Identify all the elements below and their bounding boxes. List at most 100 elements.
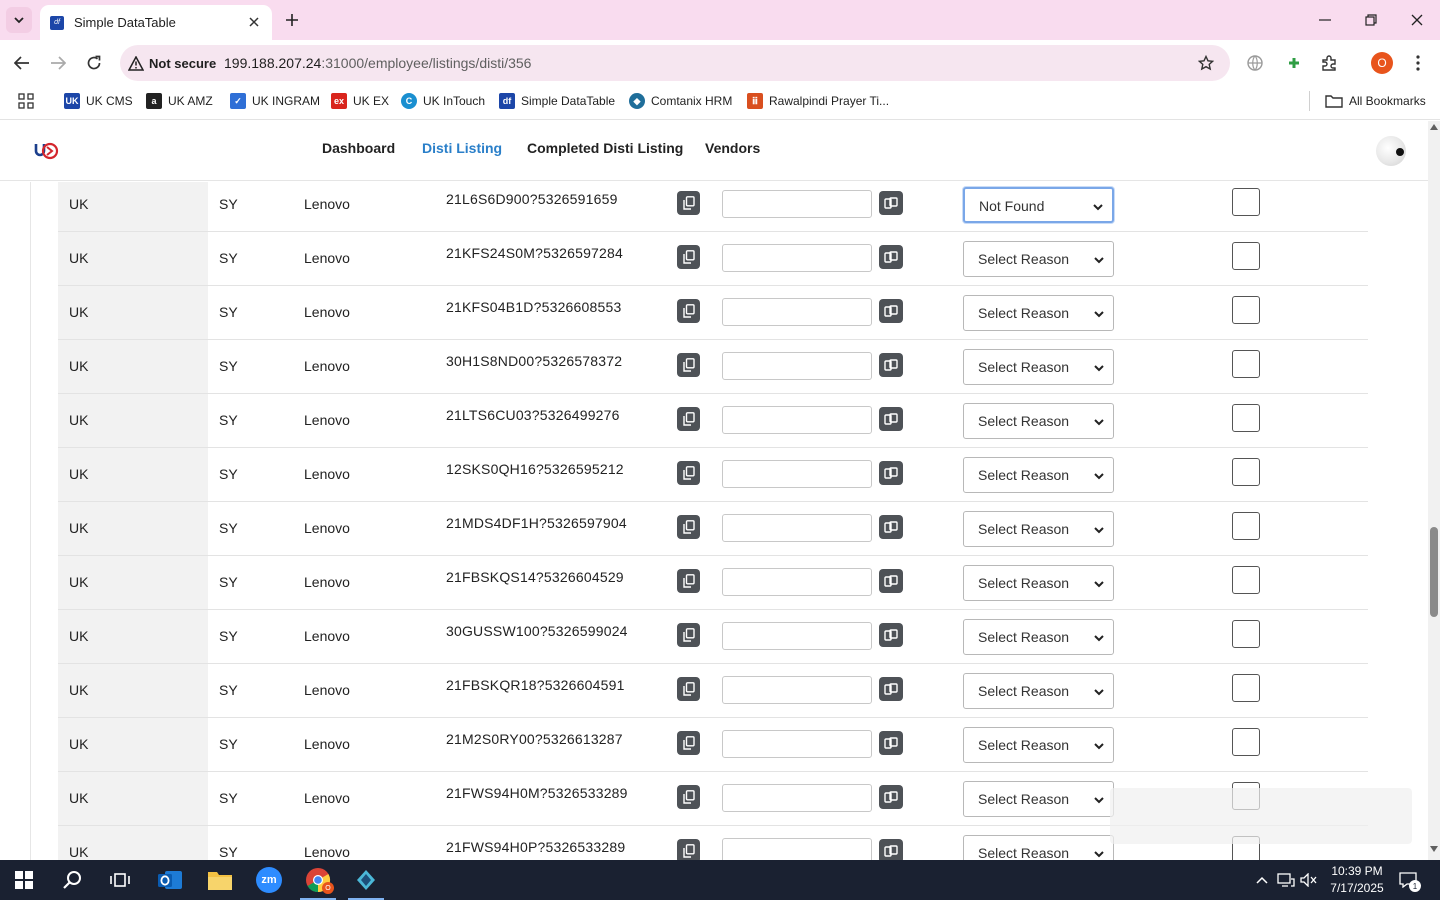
paste-button[interactable] [879, 731, 903, 755]
paste-button[interactable] [879, 623, 903, 647]
row-checkbox[interactable] [1232, 350, 1260, 378]
copy-button[interactable] [677, 731, 700, 755]
copy-button[interactable] [677, 623, 700, 647]
taskbar-search-button[interactable] [48, 860, 96, 900]
value-input[interactable] [722, 676, 872, 704]
reason-select[interactable]: Select Reason [963, 403, 1114, 439]
reason-select[interactable]: Select Reason [963, 241, 1114, 277]
reason-select[interactable]: Not Found [963, 187, 1114, 223]
copy-button[interactable] [677, 299, 700, 323]
nav-vendors[interactable]: Vendors [705, 140, 760, 156]
window-close-button[interactable] [1406, 10, 1428, 30]
paste-button[interactable] [879, 353, 903, 377]
bookmark-uk-amz[interactable]: a UK AMZ [146, 92, 213, 110]
taskbar-outlook[interactable] [146, 860, 194, 900]
row-checkbox[interactable] [1232, 566, 1260, 594]
bookmark-uk-cms[interactable]: UK UK CMS [64, 92, 133, 110]
start-button[interactable] [0, 860, 48, 900]
browser-menu-button[interactable] [1406, 51, 1430, 75]
tab-search-button[interactable] [6, 7, 32, 33]
notification-center-button[interactable]: 1 [1398, 870, 1421, 892]
scroll-up-arrow-icon[interactable] [1430, 124, 1438, 130]
extension-puzzle-green-button[interactable] [1282, 51, 1306, 75]
value-input[interactable] [722, 190, 872, 218]
paste-button[interactable] [879, 299, 903, 323]
value-input[interactable] [722, 784, 872, 812]
new-tab-button[interactable] [282, 10, 302, 30]
site-security-indicator[interactable]: Not secure [128, 53, 216, 73]
bookmark-star-button[interactable] [1194, 51, 1218, 75]
paste-button[interactable] [879, 515, 903, 539]
task-view-button[interactable] [96, 860, 144, 900]
value-input[interactable] [722, 568, 872, 596]
tab-close-button[interactable] [246, 14, 262, 30]
value-input[interactable] [722, 730, 872, 758]
tray-overflow-button[interactable] [1253, 872, 1271, 888]
scroll-down-arrow-icon[interactable] [1430, 846, 1438, 852]
bookmark-rawalpindi-prayer[interactable]: ⅲ Rawalpindi Prayer Ti... [747, 92, 889, 110]
nav-disti-listing[interactable]: Disti Listing [422, 140, 502, 156]
copy-button[interactable] [677, 407, 700, 431]
paste-button[interactable] [879, 569, 903, 593]
copy-button[interactable] [677, 569, 700, 593]
value-input[interactable] [722, 352, 872, 380]
minimize-button[interactable] [1314, 10, 1336, 30]
copy-button[interactable] [677, 191, 700, 215]
row-checkbox[interactable] [1232, 728, 1260, 756]
copy-button[interactable] [677, 677, 700, 701]
reason-select[interactable]: Select Reason [963, 835, 1114, 860]
browser-tab-active[interactable]: df Simple DataTable [40, 5, 272, 40]
restore-button[interactable] [1360, 10, 1382, 30]
row-checkbox[interactable] [1232, 674, 1260, 702]
copy-button[interactable] [677, 353, 700, 377]
bookmark-uk-ingram[interactable]: ✓ UK INGRAM [230, 92, 320, 110]
value-input[interactable] [722, 298, 872, 326]
nav-completed-disti-listing[interactable]: Completed Disti Listing [527, 140, 683, 156]
value-input[interactable] [722, 244, 872, 272]
nav-dashboard[interactable]: Dashboard [322, 140, 395, 156]
taskbar-clock[interactable]: 10:39 PM 7/17/2025 [1325, 863, 1389, 897]
paste-button[interactable] [879, 839, 903, 860]
paste-button[interactable] [879, 245, 903, 269]
copy-button[interactable] [677, 839, 700, 860]
value-input[interactable] [722, 460, 872, 488]
reason-select[interactable]: Select Reason [963, 511, 1114, 547]
row-checkbox[interactable] [1232, 512, 1260, 540]
reason-select[interactable]: Select Reason [963, 781, 1114, 817]
uk-logo-icon[interactable] [33, 139, 59, 163]
row-checkbox[interactable] [1232, 296, 1260, 324]
bookmark-uk-intouch[interactable]: C UK InTouch [401, 92, 485, 110]
row-checkbox[interactable] [1232, 458, 1260, 486]
reason-select[interactable]: Select Reason [963, 349, 1114, 385]
value-input[interactable] [722, 622, 872, 650]
bookmark-uk-ex[interactable]: ex UK EX [331, 92, 389, 110]
reason-select[interactable]: Select Reason [963, 295, 1114, 331]
copy-button[interactable] [677, 461, 700, 485]
value-input[interactable] [722, 838, 872, 860]
bookmark-simple-datatable[interactable]: df Simple DataTable [499, 92, 615, 110]
reason-select[interactable]: Select Reason [963, 565, 1114, 601]
url-text[interactable]: 199.188.207.24:31000/employee/listings/d… [224, 55, 531, 71]
page-scrollbar[interactable] [1428, 121, 1440, 860]
taskbar-app-diamond[interactable] [342, 860, 390, 900]
network-button[interactable] [1277, 872, 1295, 888]
paste-button[interactable] [879, 407, 903, 431]
translate-button[interactable] [1243, 51, 1267, 75]
reason-select[interactable]: Select Reason [963, 673, 1114, 709]
all-bookmarks-button[interactable]: All Bookmarks [1325, 92, 1426, 110]
value-input[interactable] [722, 514, 872, 542]
copy-button[interactable] [677, 245, 700, 269]
back-button[interactable] [11, 52, 33, 74]
reason-select[interactable]: Select Reason [963, 619, 1114, 655]
row-checkbox[interactable] [1232, 188, 1260, 216]
taskbar-chrome[interactable]: O [294, 860, 342, 900]
taskbar-file-explorer[interactable] [196, 860, 244, 900]
row-checkbox[interactable] [1232, 242, 1260, 270]
profile-avatar[interactable]: O [1371, 52, 1393, 74]
forward-button[interactable] [47, 52, 69, 74]
row-checkbox[interactable] [1232, 620, 1260, 648]
volume-button[interactable] [1300, 872, 1318, 888]
taskbar-zoom[interactable]: zm [245, 860, 293, 900]
copy-button[interactable] [677, 515, 700, 539]
apps-button[interactable] [18, 92, 34, 110]
